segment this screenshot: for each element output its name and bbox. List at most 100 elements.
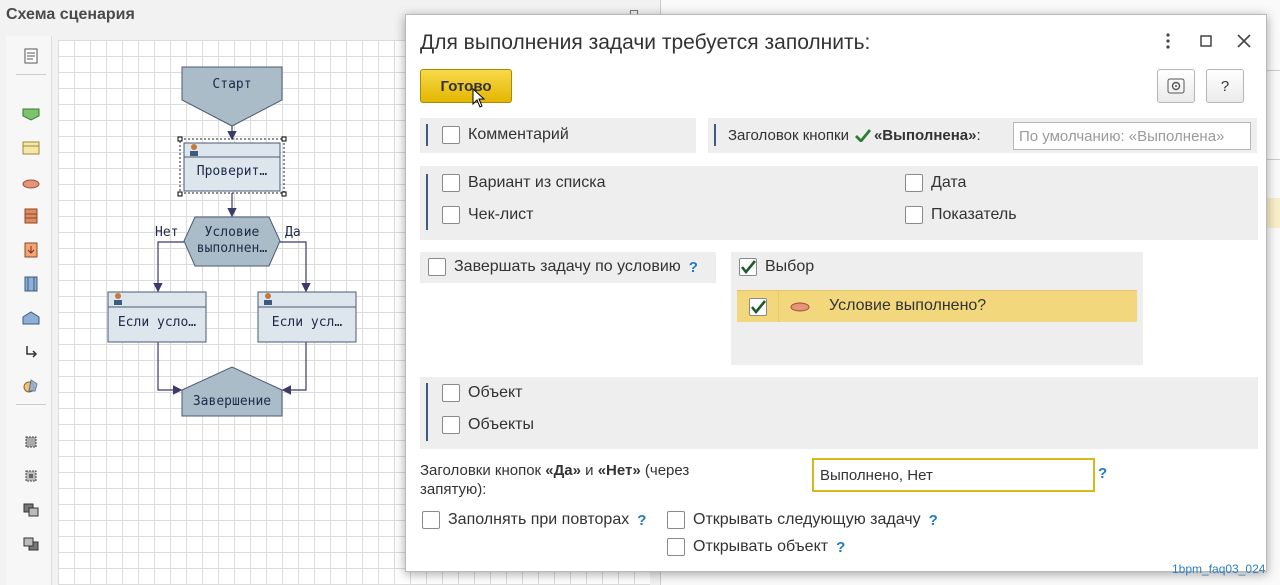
edge-yes (280, 241, 311, 293)
finish-condition-group: Завершать задачу по условию ? (420, 252, 716, 283)
indicator-checkbox[interactable] (905, 206, 923, 224)
date-checkbox[interactable] (905, 174, 923, 192)
group-accent-bar (426, 124, 428, 146)
fields-group: Вариант из списка Чек-лист Дата Показате… (420, 166, 1258, 240)
condition-shape-icon (790, 302, 810, 312)
node-condition-label-2: выполнен… (197, 241, 268, 256)
checklist-checkbox[interactable] (442, 206, 460, 224)
choice-item-label: Условие выполнено? (829, 297, 987, 314)
button-caption-group: Заголовок кнопки «Выполнена»: По умолчан… (708, 118, 1257, 153)
help-icon[interactable]: ? (929, 512, 938, 529)
help-icon[interactable]: ? (689, 259, 698, 276)
indicator-option[interactable]: Показатель (905, 206, 1017, 224)
option-list-option[interactable]: Вариант из списка (442, 174, 605, 192)
edge-right-finish (281, 342, 307, 395)
help-button[interactable]: ? (1206, 69, 1244, 103)
open-next-task-option[interactable]: Открывать следующую задачу ? (667, 511, 938, 529)
indicator-label: Показатель (931, 206, 1017, 223)
open-object-option[interactable]: Открывать объект ? (667, 538, 845, 556)
edge-no (153, 241, 184, 293)
shapes-group-icon[interactable] (22, 378, 40, 394)
object-label: Объект (468, 384, 523, 401)
choice-item-checkbox[interactable] (748, 297, 767, 316)
edge-label-no: Нет (155, 225, 178, 240)
date-option[interactable]: Дата (905, 174, 966, 192)
choice-label: Выбор (765, 258, 815, 275)
option-list-checkbox[interactable] (442, 174, 460, 192)
open-object-checkbox[interactable] (667, 538, 685, 556)
checklist-option[interactable]: Чек-лист (442, 206, 534, 224)
dialog-title: Для выполнения задачи требуется заполнит… (420, 31, 871, 54)
node-start[interactable] (181, 66, 283, 127)
align-icon[interactable] (22, 434, 40, 450)
button-caption-label: Заголовок кнопки «Выполнена»: (728, 127, 981, 144)
help-icon[interactable]: ? (836, 539, 845, 556)
checkmark-icon (750, 299, 766, 314)
group-accent-bar (426, 383, 428, 441)
distribute-icon[interactable] (22, 468, 40, 484)
button-caption-label-suffix: : (976, 127, 981, 144)
element-palette (6, 36, 52, 585)
properties-icon[interactable] (22, 48, 40, 64)
finish-by-condition-option[interactable]: Завершать задачу по условию ? (428, 258, 698, 276)
comment-label: Комментарий (468, 126, 569, 143)
send-back-icon[interactable] (22, 536, 40, 552)
yes-no-caption-yes: «Да» (545, 462, 581, 479)
open-next-task-checkbox[interactable] (667, 511, 685, 529)
action-shape-icon[interactable] (22, 242, 40, 258)
objects-label: Объекты (468, 416, 534, 433)
objects-group: Объект Объекты (420, 377, 1258, 449)
more-menu-icon[interactable] (1156, 29, 1180, 53)
object-option[interactable]: Объект (442, 384, 522, 402)
button-caption-label-prefix: Заголовок кнопки (728, 127, 849, 144)
database-shape-icon[interactable] (22, 208, 40, 224)
node-right-branch-label: Если усл… (272, 315, 343, 330)
edge-left-finish (157, 342, 183, 395)
choice-checkbox[interactable] (739, 258, 757, 276)
choice-item-row[interactable]: Условие выполнено? (737, 290, 1137, 322)
background-highlight (1265, 198, 1280, 228)
condition-shape-icon[interactable] (22, 176, 40, 192)
button-caption-input[interactable]: По умолчанию: «Выполнена» (1013, 122, 1251, 150)
yes-no-caption-suffix: (через (640, 462, 690, 479)
subprocess-shape-icon[interactable] (22, 276, 40, 292)
bring-front-icon[interactable] (22, 502, 40, 518)
comment-option[interactable]: Комментарий (442, 126, 569, 144)
finish-by-condition-label: Завершать задачу по условию (454, 258, 681, 275)
objects-checkbox[interactable] (442, 416, 460, 434)
help-icon[interactable]: ? (1098, 465, 1107, 482)
close-icon[interactable] (1232, 29, 1256, 53)
object-checkbox[interactable] (442, 384, 460, 402)
fill-on-repeat-label: Заполнять при повторах (448, 511, 630, 528)
open-object-label: Открывать объект (693, 538, 829, 555)
yes-no-caption-input[interactable]: Выполнено, Нет (812, 458, 1095, 492)
edge-label-yes: Да (285, 225, 301, 240)
node-check-label: Проверит… (197, 164, 268, 179)
settings-button[interactable] (1157, 69, 1195, 103)
open-next-task-label: Открывать следующую задачу (693, 511, 921, 528)
yes-no-caption-label: Заголовки кнопок «Да» и «Нет» (через зап… (420, 461, 689, 499)
checkmark-icon (740, 260, 756, 274)
done-button[interactable]: Готово (420, 69, 512, 103)
objects-option[interactable]: Объекты (442, 416, 534, 434)
start-shape-icon[interactable] (22, 106, 40, 122)
maximize-icon[interactable] (1194, 29, 1218, 53)
group-accent-bar (426, 174, 428, 230)
fill-on-repeat-checkbox[interactable] (422, 511, 440, 529)
yes-no-caption-no: «Нет» (597, 462, 641, 479)
option-list-label: Вариант из списка (468, 174, 606, 191)
end-shape-icon[interactable] (22, 310, 40, 326)
footnote: 1bpm_faq03_024 (1172, 562, 1266, 576)
mouse-cursor-icon (472, 88, 486, 108)
help-icon[interactable]: ? (637, 512, 646, 529)
choice-item-check-cell[interactable] (737, 291, 779, 322)
fill-requirements-dialog: Для выполнения задачи требуется заполнит… (405, 14, 1267, 572)
connector-icon[interactable] (22, 344, 40, 360)
task-shape-icon[interactable] (22, 140, 40, 156)
button-caption-label-bold: «Выполнена» (873, 127, 977, 144)
scheme-title: Схема сценария (6, 6, 135, 23)
comment-checkbox[interactable] (442, 126, 460, 144)
finish-by-condition-checkbox[interactable] (428, 258, 446, 276)
choice-option[interactable]: Выбор (739, 258, 814, 276)
fill-on-repeat-option[interactable]: Заполнять при повторах ? (422, 511, 646, 529)
